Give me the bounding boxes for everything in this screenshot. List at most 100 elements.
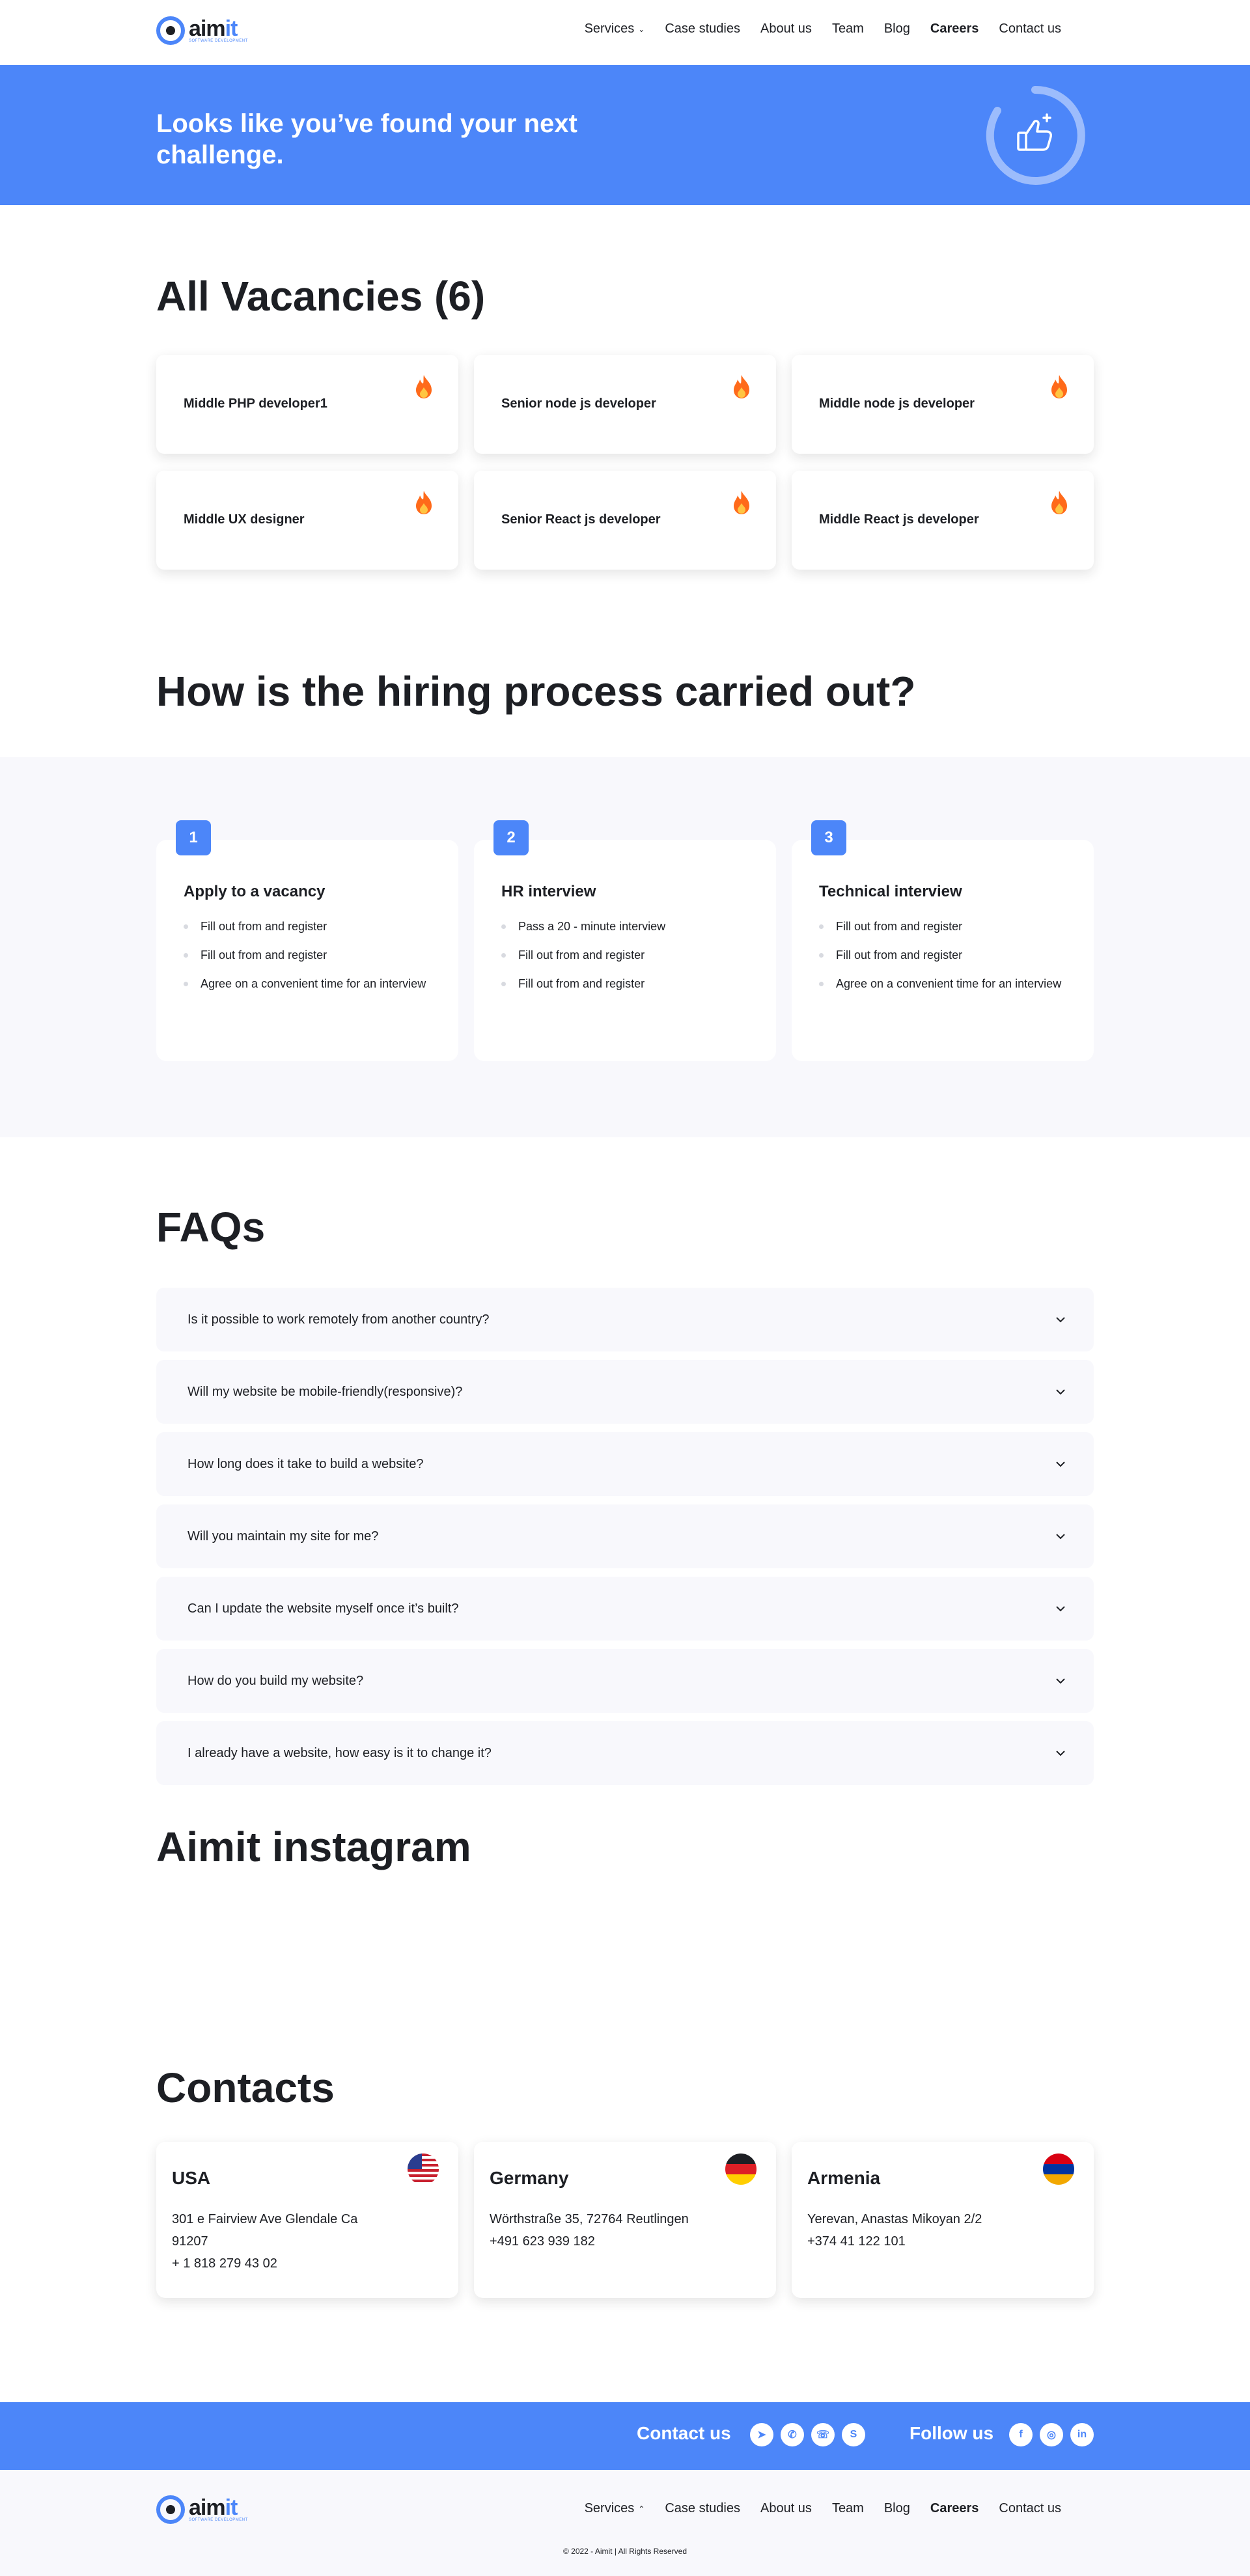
contact-phone[interactable]: + 1 818 279 43 02 — [172, 2252, 443, 2275]
logo-tagline: SOFTWARE DEVELOPMENT — [189, 39, 248, 43]
contact-address: 301 e Fairview Ave Glendale Ca — [172, 2212, 358, 2226]
site-header: aimit SOFTWARE DEVELOPMENT Services ⌄ Cas… — [0, 0, 1250, 65]
armenia-flag-icon — [1043, 2154, 1074, 2185]
footer-nav-case-studies[interactable]: Case studies — [665, 2501, 740, 2516]
footer-logo[interactable]: aimit SOFTWARE DEVELOPMENT — [156, 2495, 248, 2525]
fire-icon — [1051, 375, 1067, 398]
footer-nav-about-us[interactable]: About us — [760, 2501, 812, 2516]
faq-title: FAQs — [156, 1204, 266, 1251]
vacancy-card[interactable]: Middle PHP developer1 — [156, 355, 458, 454]
step-title: Apply to a vacancy — [184, 883, 326, 900]
chevron-down-icon: ⌄ — [638, 24, 645, 34]
fire-icon — [734, 491, 749, 514]
faq-question: Is it possible to work remotely from ano… — [188, 1312, 490, 1327]
step-list-item: Agree on a convenient time for an interv… — [184, 975, 431, 992]
contacts-title: Contacts — [156, 2064, 335, 2111]
faq-item[interactable]: How do you build my website? — [156, 1649, 1094, 1713]
faq-item[interactable]: Is it possible to work remotely from ano… — [156, 1288, 1094, 1351]
vacancy-card[interactable]: Senior node js developer — [474, 355, 776, 454]
step-list: Fill out from and register Fill out from… — [819, 918, 1066, 1004]
whatsapp-icon[interactable]: ✆ — [781, 2423, 804, 2446]
footer-nav-services[interactable]: Services ⌃ — [585, 2501, 645, 2516]
vacancy-card[interactable]: Senior React js developer — [474, 471, 776, 570]
step-list-item: Fill out from and register — [184, 947, 431, 963]
nav-blog[interactable]: Blog — [884, 21, 910, 36]
nav-case-studies[interactable]: Case studies — [665, 21, 740, 36]
faq-question: How long does it take to build a website… — [188, 1456, 424, 1471]
usa-flag-icon — [408, 2154, 439, 2185]
nav-about-us[interactable]: About us — [760, 21, 812, 36]
contacts-grid: USA 301 e Fairview Ave Glendale Ca 91207… — [156, 2142, 1094, 2298]
vacancy-title: Middle UX designer — [184, 512, 305, 527]
site-footer: aimit SOFTWARE DEVELOPMENT Services ⌃ Cas… — [0, 2470, 1250, 2576]
chevron-down-icon — [1056, 1461, 1065, 1467]
fire-icon — [734, 375, 749, 398]
linkedin-icon[interactable]: in — [1070, 2423, 1094, 2446]
vacancy-title: Senior React js developer — [501, 512, 661, 527]
facebook-icon[interactable]: f — [1009, 2423, 1033, 2446]
vacancy-title: Middle PHP developer1 — [184, 396, 327, 411]
contact-address: Yerevan, Anastas Mikoyan 2/2 — [807, 2212, 982, 2226]
footer-contact-label: Contact us — [637, 2423, 731, 2443]
chevron-down-icon — [1056, 1317, 1065, 1323]
process-step: 3 Technical interview Fill out from and … — [792, 820, 1094, 1061]
fire-icon — [416, 375, 432, 398]
footer-nav-careers[interactable]: Careers — [930, 2501, 979, 2516]
nav-services[interactable]: Services ⌄ — [585, 21, 645, 36]
process-title: How is the hiring process carried out? — [156, 668, 916, 715]
nav-team[interactable]: Team — [832, 21, 864, 36]
logo[interactable]: aimit SOFTWARE DEVELOPMENT — [156, 16, 248, 46]
step-list-item: Fill out from and register — [501, 975, 749, 992]
faq-item[interactable]: Will my website be mobile-friendly(respo… — [156, 1360, 1094, 1424]
footer-nav-blog[interactable]: Blog — [884, 2501, 910, 2516]
faq-item[interactable]: I already have a website, how easy is it… — [156, 1721, 1094, 1785]
faq-item[interactable]: Will you maintain my site for me? — [156, 1504, 1094, 1568]
telegram-icon[interactable]: ➤ — [750, 2423, 773, 2446]
faq-item[interactable]: Can I update the website myself once it’… — [156, 1577, 1094, 1641]
chevron-up-icon: ⌃ — [638, 2504, 645, 2514]
vacancy-card[interactable]: Middle React js developer — [792, 471, 1094, 570]
step-number-badge: 2 — [493, 820, 529, 855]
logo-word-accent: it — [225, 2495, 238, 2520]
hero-banner: Looks like you’ve found your next challe… — [0, 65, 1250, 205]
step-number-badge: 3 — [811, 820, 846, 855]
contact-country: Germany — [490, 2168, 569, 2188]
copyright: © 2022 - Aimit | All Rights Reserved — [562, 2547, 688, 2556]
vacancy-card[interactable]: Middle UX designer — [156, 471, 458, 570]
vacancies-title: All Vacancies (6) — [156, 273, 486, 320]
step-list-item: Fill out from and register — [819, 918, 1066, 935]
faq-question: How do you build my website? — [188, 1673, 364, 1688]
nav-contact-us[interactable]: Contact us — [999, 21, 1061, 36]
instagram-title: Aimit instagram — [156, 1823, 471, 1870]
vacancy-title: Middle React js developer — [819, 512, 979, 527]
contact-phone[interactable]: +374 41 122 101 — [807, 2230, 1078, 2252]
step-list-item: Pass a 20 - minute interview — [501, 918, 749, 935]
contact-phone[interactable]: +491 623 939 182 — [490, 2230, 760, 2252]
footer-nav-contact-us[interactable]: Contact us — [999, 2501, 1061, 2516]
nav-careers[interactable]: Careers — [930, 21, 979, 36]
faq-list: Is it possible to work remotely from ano… — [156, 1288, 1094, 1794]
skype-icon[interactable]: S — [842, 2423, 865, 2446]
contact-card: Germany Wörthstraße 35, 72764 Reutlingen… — [474, 2142, 776, 2298]
process-steps: 1 Apply to a vacancy Fill out from and r… — [156, 820, 1094, 1061]
thumbs-up-icon — [986, 85, 1085, 185]
chevron-down-icon — [1056, 1751, 1065, 1756]
vacancy-title: Senior node js developer — [501, 396, 656, 411]
main-nav: Services ⌄ Case studies About us Team Blo… — [585, 21, 1061, 36]
logo-word-main: aim — [189, 2495, 226, 2520]
instagram-icon[interactable]: ◎ — [1040, 2423, 1063, 2446]
viber-icon[interactable]: ☏ — [811, 2423, 835, 2446]
contact-country: Armenia — [807, 2168, 881, 2188]
vacancy-title: Middle node js developer — [819, 396, 975, 411]
faq-item[interactable]: How long does it take to build a website… — [156, 1432, 1094, 1496]
contact-address: Wörthstraße 35, 72764 Reutlingen — [490, 2212, 689, 2226]
vacancy-card[interactable]: Middle node js developer — [792, 355, 1094, 454]
contact-country: USA — [172, 2168, 211, 2188]
step-list-item: Fill out from and register — [501, 947, 749, 963]
footer-follow-label: Follow us — [910, 2423, 994, 2443]
step-title: HR interview — [501, 883, 596, 900]
chevron-down-icon — [1056, 1389, 1065, 1395]
logo-tagline: SOFTWARE DEVELOPMENT — [189, 2518, 248, 2522]
footer-nav-team[interactable]: Team — [832, 2501, 864, 2516]
chevron-down-icon — [1056, 1606, 1065, 1612]
